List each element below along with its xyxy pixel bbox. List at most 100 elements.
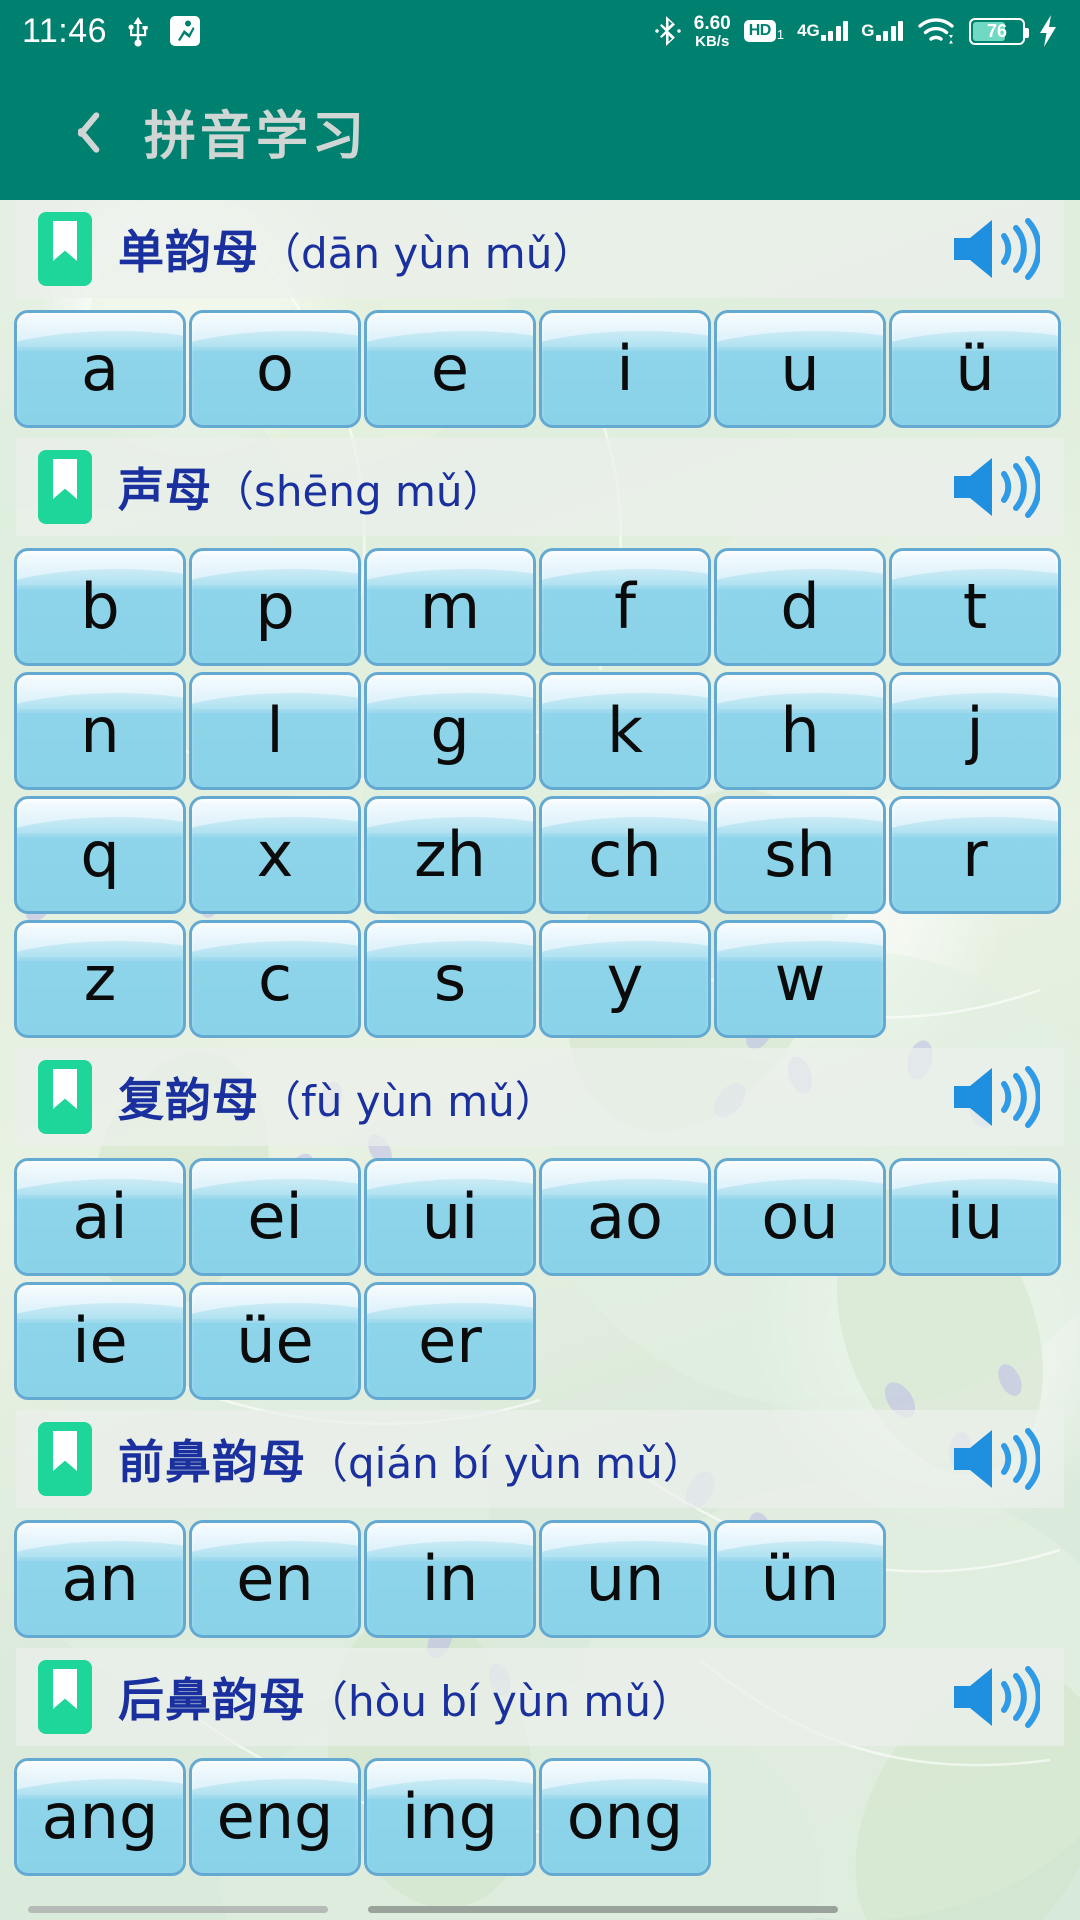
pinyin-tile[interactable]: ü — [889, 310, 1061, 428]
pinyin-tile-label: z — [83, 942, 117, 1015]
bookmark-icon — [38, 1660, 92, 1734]
pinyin-tile[interactable]: sh — [714, 796, 886, 914]
pinyin-tile[interactable]: w — [714, 920, 886, 1038]
pinyin-tile-label: o — [256, 332, 294, 405]
section-title-cn: 后鼻韵母 — [118, 1673, 306, 1727]
nav-hint-left — [28, 1905, 328, 1913]
pinyin-tile-label: g — [430, 694, 470, 767]
pinyin-tile[interactable]: er — [364, 1282, 536, 1400]
pinyin-tile[interactable]: üe — [189, 1282, 361, 1400]
tile-grid-fu-yun-mu: ai ei ui ao ou iu ie üe er — [14, 1158, 1066, 1406]
pinyin-tile[interactable]: ch — [539, 796, 711, 914]
pinyin-tile-label: n — [80, 694, 120, 767]
section-header-hou-bi-yun-mu[interactable]: 后鼻韵母（hòu bí yùn mǔ） — [16, 1648, 1064, 1746]
pinyin-tile[interactable]: f — [539, 548, 711, 666]
section-header-fu-yun-mu[interactable]: 复韵母（fù yùn mǔ） — [16, 1048, 1064, 1146]
speaker-icon[interactable] — [948, 452, 1042, 522]
section-header-dan-yun-mu[interactable]: 单韵母（dān yùn mǔ） — [16, 200, 1064, 298]
pinyin-tile[interactable]: b — [14, 548, 186, 666]
pinyin-tile-label: u — [780, 332, 820, 405]
pinyin-tile[interactable]: en — [189, 1520, 361, 1638]
pinyin-tile[interactable]: ie — [14, 1282, 186, 1400]
pinyin-tile[interactable]: ün — [714, 1520, 886, 1638]
pinyin-tile[interactable]: o — [189, 310, 361, 428]
sections-scroll-container[interactable]: 单韵母（dān yùn mǔ） a o e i u ü 声母（shēng mǔ）… — [0, 200, 1080, 1882]
pinyin-tile[interactable]: m — [364, 548, 536, 666]
pinyin-tile[interactable]: ong — [539, 1758, 711, 1876]
tile-grid-hou-bi-yun-mu: ang eng ing ong — [14, 1758, 1066, 1882]
pinyin-tile-label: j — [966, 694, 984, 767]
usb-icon — [125, 15, 151, 47]
speaker-icon[interactable] — [948, 214, 1042, 284]
section-title: 单韵母（dān yùn mǔ） — [118, 216, 594, 282]
pinyin-tile[interactable]: eng — [189, 1758, 361, 1876]
section-title-cn: 复韵母 — [118, 1073, 259, 1127]
speaker-icon[interactable] — [948, 1662, 1042, 1732]
pinyin-tile[interactable]: z — [14, 920, 186, 1038]
pinyin-tile[interactable]: r — [889, 796, 1061, 914]
pinyin-tile[interactable]: ou — [714, 1158, 886, 1276]
section-title-pinyin: （shēng mǔ） — [212, 467, 505, 516]
pinyin-tile[interactable]: j — [889, 672, 1061, 790]
signal-4g-bars — [820, 21, 849, 41]
hd-sim-index: 1 — [776, 27, 785, 42]
pinyin-tile-label: e — [430, 332, 470, 405]
pinyin-tile[interactable]: e — [364, 310, 536, 428]
bookmark-icon — [38, 1060, 92, 1134]
pinyin-tile[interactable]: ing — [364, 1758, 536, 1876]
pinyin-tile[interactable]: ao — [539, 1158, 711, 1276]
pinyin-tile[interactable]: iu — [889, 1158, 1061, 1276]
pinyin-tile[interactable]: t — [889, 548, 1061, 666]
speaker-icon[interactable] — [948, 1424, 1042, 1494]
pinyin-tile[interactable]: ei — [189, 1158, 361, 1276]
pinyin-tile[interactable]: n — [14, 672, 186, 790]
pinyin-tile[interactable]: g — [364, 672, 536, 790]
pinyin-tile[interactable]: k — [539, 672, 711, 790]
pinyin-tile-label: un — [585, 1542, 665, 1615]
pinyin-tile-label: ai — [72, 1180, 128, 1253]
pinyin-tile-label: eng — [216, 1780, 334, 1853]
pinyin-tile[interactable]: x — [189, 796, 361, 914]
status-bar-left: 11:46 — [22, 12, 201, 51]
tile-grid-sheng-mu: b p m f d t n l g k h j q x zh ch sh r z… — [14, 548, 1066, 1044]
section-title-cn: 声母 — [118, 463, 212, 517]
pinyin-tile[interactable]: u — [714, 310, 886, 428]
pinyin-tile-label: ei — [247, 1180, 303, 1253]
speaker-icon[interactable] — [948, 1062, 1042, 1132]
pinyin-tile[interactable]: zh — [364, 796, 536, 914]
pinyin-tile-label: m — [419, 570, 481, 643]
pinyin-tile[interactable]: y — [539, 920, 711, 1038]
pinyin-tile-label: k — [607, 694, 643, 767]
pinyin-tile-label: ui — [421, 1180, 479, 1253]
pinyin-tile[interactable]: an — [14, 1520, 186, 1638]
pinyin-tile[interactable]: l — [189, 672, 361, 790]
pinyin-tile-label: b — [80, 570, 120, 643]
pinyin-tile[interactable]: i — [539, 310, 711, 428]
pinyin-tile[interactable]: d — [714, 548, 886, 666]
section-title-pinyin: （qián bí yùn mǔ） — [306, 1439, 705, 1488]
pinyin-tile[interactable]: ai — [14, 1158, 186, 1276]
tile-grid-qian-bi-yun-mu: an en in un ün — [14, 1520, 1066, 1644]
pinyin-tile[interactable]: ang — [14, 1758, 186, 1876]
pinyin-tile[interactable]: un — [539, 1520, 711, 1638]
status-time: 11:46 — [22, 11, 108, 50]
section-header-qian-bi-yun-mu[interactable]: 前鼻韵母（qián bí yùn mǔ） — [16, 1410, 1064, 1508]
pinyin-tile-label: ie — [72, 1304, 128, 1377]
pinyin-tile-label: d — [780, 570, 820, 643]
back-chevron-icon[interactable] — [60, 103, 100, 159]
pinyin-tile-label: x — [256, 818, 294, 891]
pinyin-tile[interactable]: s — [364, 920, 536, 1038]
pinyin-tile[interactable]: ui — [364, 1158, 536, 1276]
pinyin-tile[interactable]: h — [714, 672, 886, 790]
pinyin-tile[interactable]: p — [189, 548, 361, 666]
pinyin-tile[interactable]: c — [189, 920, 361, 1038]
nav-hint-right — [368, 1905, 838, 1913]
hd-voice-icon: HD 1 — [743, 20, 785, 42]
pinyin-tile-label: ü — [955, 332, 995, 405]
section-title: 后鼻韵母（hòu bí yùn mǔ） — [118, 1664, 693, 1730]
section-header-sheng-mu[interactable]: 声母（shēng mǔ） — [16, 438, 1064, 536]
pinyin-tile-label: ing — [402, 1780, 498, 1853]
pinyin-tile[interactable]: in — [364, 1520, 536, 1638]
pinyin-tile[interactable]: a — [14, 310, 186, 428]
pinyin-tile[interactable]: q — [14, 796, 186, 914]
